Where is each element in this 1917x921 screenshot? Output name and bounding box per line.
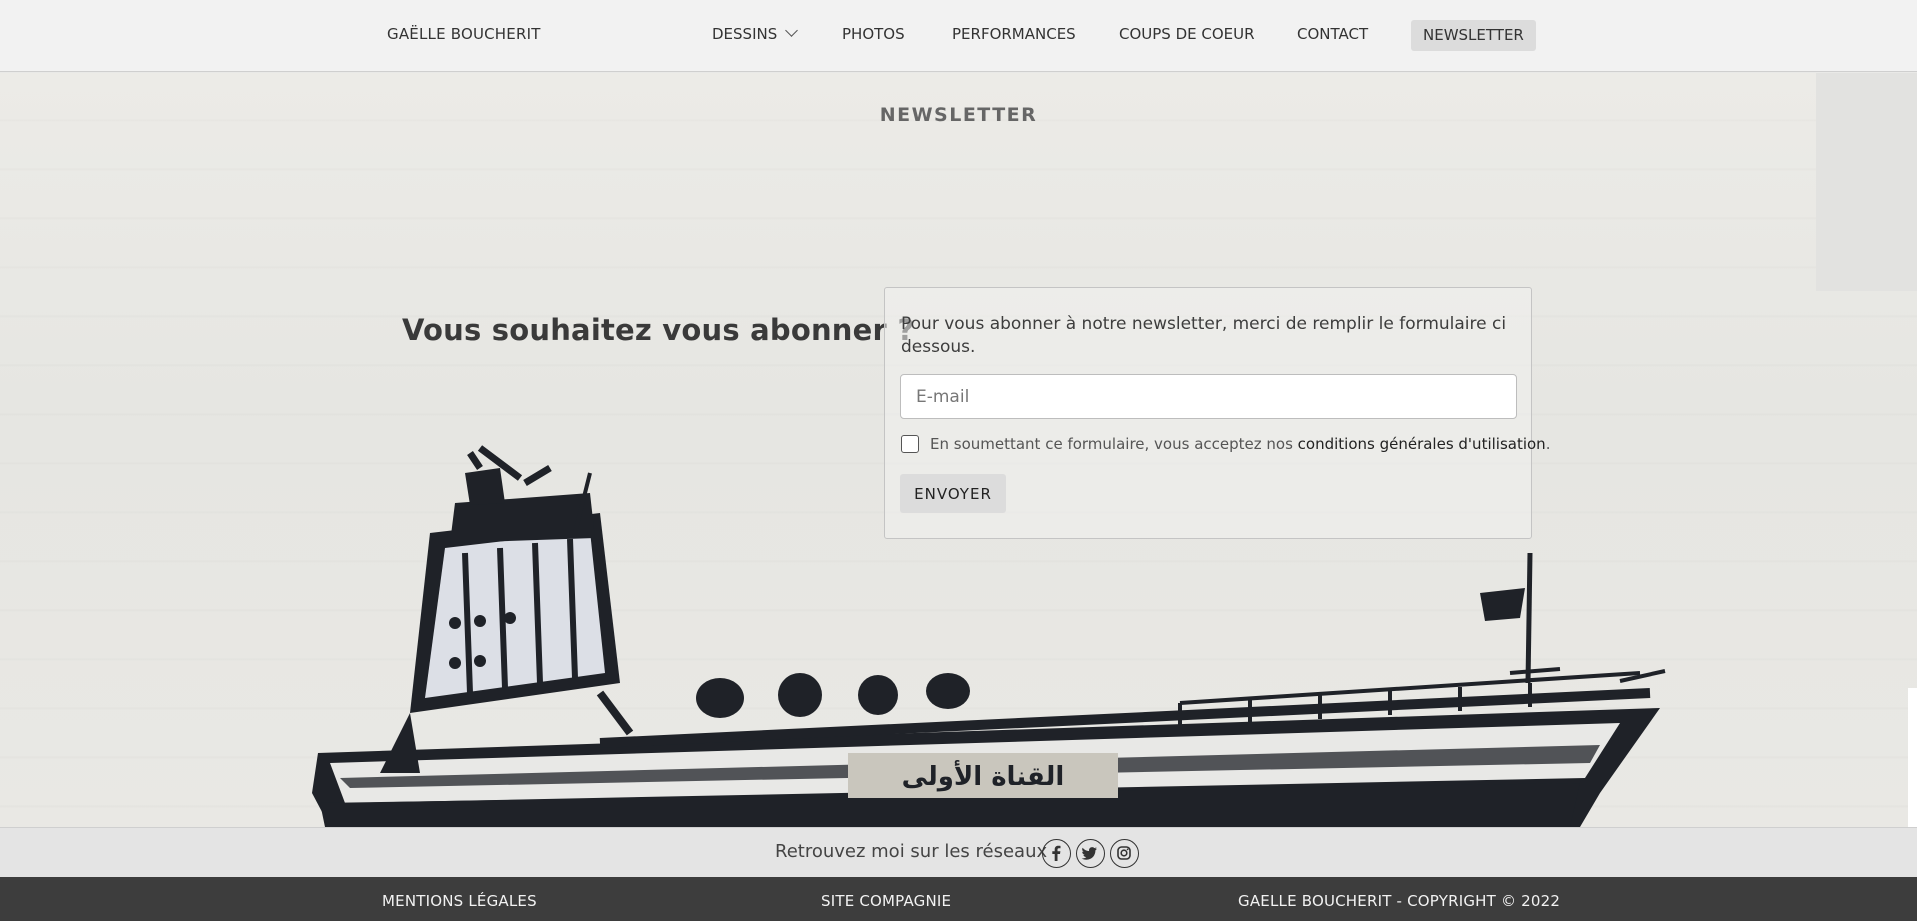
terms-suffix: .	[1545, 435, 1551, 453]
email-field[interactable]	[900, 374, 1517, 419]
footer-legal-link[interactable]: MENTIONS LÉGALES	[382, 892, 537, 910]
social-text: Retrouvez moi sur les réseaux	[775, 841, 1048, 862]
hero-background: القناة الأولى NEWSLETTER Vous souhaitez …	[0, 73, 1917, 827]
form-intro-text: Pour vous abonner à notre newsletter, me…	[901, 314, 1507, 357]
chevron-down-icon	[785, 24, 799, 37]
newsletter-form: Pour vous abonner à notre newsletter, me…	[884, 287, 1550, 539]
nav-item-dessins[interactable]: DESSINS	[712, 24, 799, 43]
nav-item-coups-de-coeur[interactable]: COUPS DE COEUR	[1119, 25, 1255, 43]
nav-item-contact[interactable]: CONTACT	[1297, 25, 1368, 43]
subscribe-question: Vous souhaitez vous abonner ?	[402, 313, 915, 347]
twitter-icon[interactable]	[1076, 839, 1105, 868]
facebook-icon[interactable]	[1042, 839, 1071, 868]
submit-button[interactable]: ENVOYER	[900, 474, 1006, 513]
terms-checkbox[interactable]	[901, 435, 919, 453]
site-header: GAËLLE BOUCHERIT DESSINS PHOTOS PERFORMA…	[0, 0, 1917, 72]
footer-company-link[interactable]: SITE COMPAGNIE	[821, 892, 951, 910]
terms-text: En soumettant ce formulaire, vous accept…	[930, 435, 1550, 453]
social-bar: Retrouvez moi sur les réseaux	[0, 827, 1917, 877]
nav-item-dessins-label: DESSINS	[712, 25, 778, 43]
ship-label: القناة الأولى	[902, 760, 1065, 792]
footer-copyright: GAELLE BOUCHERIT - COPYRIGHT © 2022	[1238, 892, 1561, 910]
nav-item-photos[interactable]: PHOTOS	[842, 25, 905, 43]
instagram-icon[interactable]	[1110, 839, 1139, 868]
terms-prefix: En soumettant ce formulaire, vous accept…	[930, 435, 1298, 453]
site-footer: MENTIONS LÉGALES SITE COMPAGNIE GAELLE B…	[0, 877, 1917, 921]
nav-item-performances[interactable]: PERFORMANCES	[952, 25, 1076, 43]
page-title: NEWSLETTER	[879, 104, 1038, 126]
terms-link[interactable]: conditions générales d'utilisation	[1298, 435, 1546, 453]
main-nav: DESSINS PHOTOS PERFORMANCES COUPS DE COE…	[0, 0, 1917, 72]
nav-item-newsletter[interactable]: NEWSLETTER	[1411, 20, 1536, 51]
